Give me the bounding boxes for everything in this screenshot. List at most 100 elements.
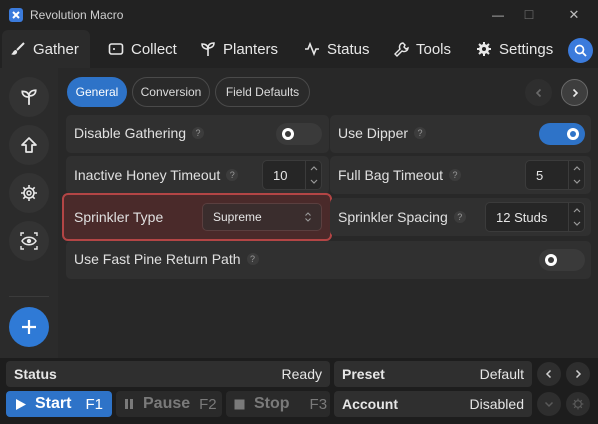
chevron-right-icon [570, 88, 580, 98]
tab-collect[interactable]: Collect [100, 30, 185, 68]
use-dipper-label: Use Dipper [338, 125, 409, 141]
chevron-left-icon [544, 369, 554, 379]
close-button[interactable]: ✕ [554, 0, 594, 30]
fast-pine-return-toggle[interactable] [539, 249, 585, 271]
add-button[interactable] [9, 307, 49, 347]
stop-hotkey: F3 [309, 395, 328, 413]
pause-hotkey: F2 [199, 395, 217, 413]
use-dipper-toggle[interactable] [539, 123, 585, 145]
search-button[interactable] [568, 38, 593, 63]
disable-gathering-toggle[interactable] [276, 123, 322, 145]
account-box[interactable]: Account Disabled [334, 391, 532, 417]
toggle-knob [282, 128, 294, 140]
chevron-right-icon [573, 369, 583, 379]
help-icon[interactable]: ? [449, 169, 462, 181]
stepper-arrows[interactable] [568, 161, 584, 189]
preset-prev-button[interactable] [537, 362, 561, 386]
play-icon [15, 398, 27, 411]
eye-icon [20, 232, 38, 250]
tab-planters[interactable]: Planters [192, 30, 286, 68]
app-logo-icon [9, 8, 23, 22]
sidebar-item-view[interactable] [9, 221, 49, 261]
tab-label: Status [327, 40, 370, 58]
setting-label-group: Inactive Honey Timeout ? [74, 167, 239, 183]
status-bar: Status Ready [6, 361, 330, 387]
stop-label: Stop [254, 395, 290, 412]
account-dropdown-button[interactable] [537, 392, 561, 416]
preset-label: Preset [342, 366, 385, 382]
account-value: Disabled [469, 396, 524, 412]
tab-label: Collect [131, 40, 177, 58]
inactive-honey-timeout-stepper[interactable]: 10 [262, 160, 322, 190]
account-settings-button[interactable] [566, 392, 590, 416]
window-title: Revolution Macro [30, 8, 124, 22]
tab-label: Tools [416, 40, 452, 58]
upload-arrow-icon [20, 136, 38, 154]
sprinkler-spacing-stepper[interactable]: 12 Studs [485, 202, 585, 232]
start-hotkey: F1 [85, 395, 103, 413]
tab-label: Gather [33, 40, 79, 58]
pulse-icon [304, 42, 320, 56]
preset-box[interactable]: Preset Default [334, 361, 532, 387]
help-icon[interactable]: ? [246, 253, 259, 265]
subtab-general[interactable]: General [67, 77, 127, 107]
tab-label: Settings [499, 40, 554, 58]
subtab-conversion[interactable]: Conversion [132, 77, 210, 107]
sprinkler-type-select[interactable]: Supreme [202, 203, 322, 231]
stop-button[interactable]: Stop F3 [226, 391, 330, 417]
help-icon[interactable]: ? [192, 127, 205, 139]
preset-value: Default [479, 366, 524, 382]
stepper-value[interactable]: 5 [536, 168, 543, 183]
setting-label-group: Disable Gathering ? [74, 125, 205, 141]
tab-status[interactable]: Status [296, 30, 378, 68]
start-button[interactable]: Start F1 [6, 391, 112, 417]
sidebar-divider [9, 296, 49, 297]
status-value: Ready [281, 366, 322, 382]
setting-label-group: Use Fast Pine Return Path ? [74, 251, 259, 267]
pause-button[interactable]: Pause F2 [116, 391, 222, 417]
account-label: Account [342, 396, 398, 412]
prev-page-button[interactable] [525, 79, 552, 106]
pause-icon [124, 398, 134, 410]
stepper-arrows[interactable] [305, 161, 321, 189]
chevron-left-icon [534, 88, 544, 98]
tab-gather[interactable]: Gather [2, 30, 90, 68]
sidebar-item-settings[interactable] [9, 173, 49, 213]
stepper-arrows[interactable] [568, 203, 584, 231]
stop-icon [234, 399, 245, 410]
full-bag-timeout-stepper[interactable]: 5 [525, 160, 585, 190]
sidebar-item-upload[interactable] [9, 125, 49, 165]
setting-label-group: Sprinkler Spacing ? [338, 209, 466, 225]
sprinkler-type-label: Sprinkler Type [74, 209, 164, 225]
ticket-icon [108, 42, 124, 56]
setting-label-group: Use Dipper ? [338, 125, 427, 141]
full-bag-timeout-label: Full Bag Timeout [338, 167, 444, 183]
stepper-value[interactable]: 12 Studs [496, 210, 547, 225]
tab-tools[interactable]: Tools [385, 30, 459, 68]
help-icon[interactable]: ? [226, 169, 239, 181]
help-icon[interactable]: ? [414, 127, 427, 139]
disable-gathering-label: Disable Gathering [74, 125, 187, 141]
wrench-icon [393, 41, 409, 57]
sidebar-item-sprout[interactable] [9, 77, 49, 117]
plus-icon [20, 318, 38, 336]
sprout-icon [200, 41, 216, 57]
sprinkler-spacing-label: Sprinkler Spacing [338, 209, 448, 225]
help-icon[interactable]: ? [453, 211, 466, 223]
gear-icon [20, 184, 38, 202]
inactive-honey-timeout-label: Inactive Honey Timeout [74, 167, 221, 183]
maximize-button[interactable]: ☐ [509, 0, 549, 30]
start-label: Start [35, 395, 72, 412]
subtab-field-defaults[interactable]: Field Defaults [215, 77, 310, 107]
tab-settings[interactable]: Settings [468, 30, 561, 68]
gear-icon [572, 398, 584, 410]
preset-next-button[interactable] [566, 362, 590, 386]
chevron-up-down-icon [304, 211, 312, 223]
chevron-down-icon [544, 399, 554, 409]
paintbrush-icon [10, 41, 26, 57]
next-page-button[interactable] [561, 79, 588, 106]
toggle-knob [567, 128, 579, 140]
search-icon [574, 44, 587, 57]
stepper-value[interactable]: 10 [273, 168, 287, 183]
pause-label: Pause [143, 395, 191, 412]
